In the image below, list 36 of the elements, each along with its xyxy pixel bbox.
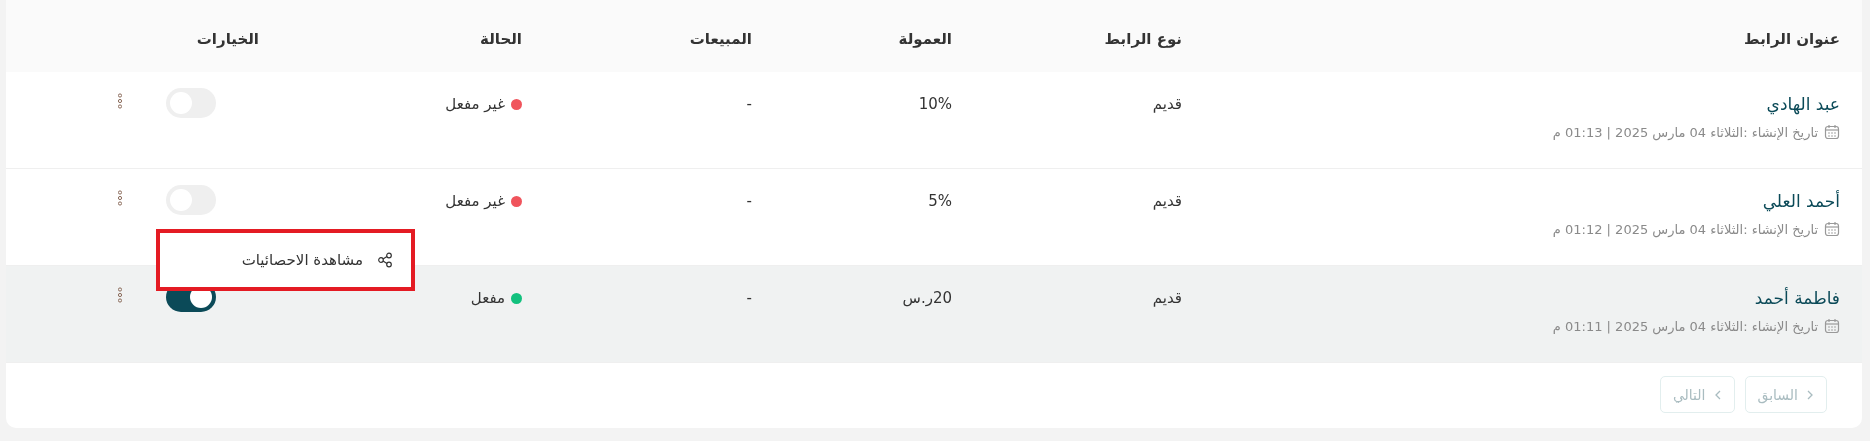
share-icon <box>377 252 393 268</box>
status-text: غير مفعل <box>445 191 505 212</box>
column-header: الخيارات <box>195 29 259 48</box>
more-button[interactable] <box>118 190 122 206</box>
creation-date: تاريخ الإنشاء :الثلاثاء 04 مارس 2025 | 01:13 م <box>1552 124 1818 140</box>
kebab-icon <box>118 93 122 109</box>
table-cell: 5% <box>928 192 952 210</box>
creation-date: تاريخ الإنشاء :الثلاثاء 04 مارس 2025 | 01:12 م <box>1552 221 1818 237</box>
calendar-icon <box>1824 318 1840 334</box>
table-cell: 10% <box>918 95 952 113</box>
more-button[interactable] <box>118 93 122 109</box>
creation-date: تاريخ الإنشاء :الثلاثاء 04 مارس 2025 | 01:11 م <box>1552 318 1818 334</box>
kebab-icon <box>118 190 122 206</box>
table-cell: - <box>746 289 752 307</box>
calendar-icon <box>1824 221 1840 237</box>
table-cell: قديم <box>1152 192 1182 210</box>
column-header: الحالة <box>479 29 522 48</box>
table-cell: - <box>746 192 752 210</box>
table-cell: قديم <box>1152 95 1182 113</box>
link-title[interactable]: فاطمة أحمد <box>1182 286 1840 310</box>
chevron-icon <box>1806 389 1814 400</box>
link-title[interactable]: أحمد العلي <box>1182 189 1840 213</box>
chevron-icon <box>1713 389 1722 400</box>
status-text: غير مفعل <box>445 94 505 115</box>
link-title[interactable]: عبد الهادي <box>1182 92 1840 116</box>
table-cell: - <box>746 95 752 113</box>
column-header: نوع الرابط <box>1103 29 1182 48</box>
column-header: العمولة <box>897 29 952 48</box>
kebab-icon <box>118 287 122 303</box>
table-cell: قديم <box>1152 289 1182 307</box>
status-text: مفعل <box>470 288 505 309</box>
column-header: عنوان الرابط <box>1743 29 1841 48</box>
table-cell: 20ر.س <box>902 289 952 307</box>
column-header: المبيعات <box>688 29 752 48</box>
more-button[interactable] <box>118 287 122 303</box>
calendar-icon <box>1824 124 1840 140</box>
